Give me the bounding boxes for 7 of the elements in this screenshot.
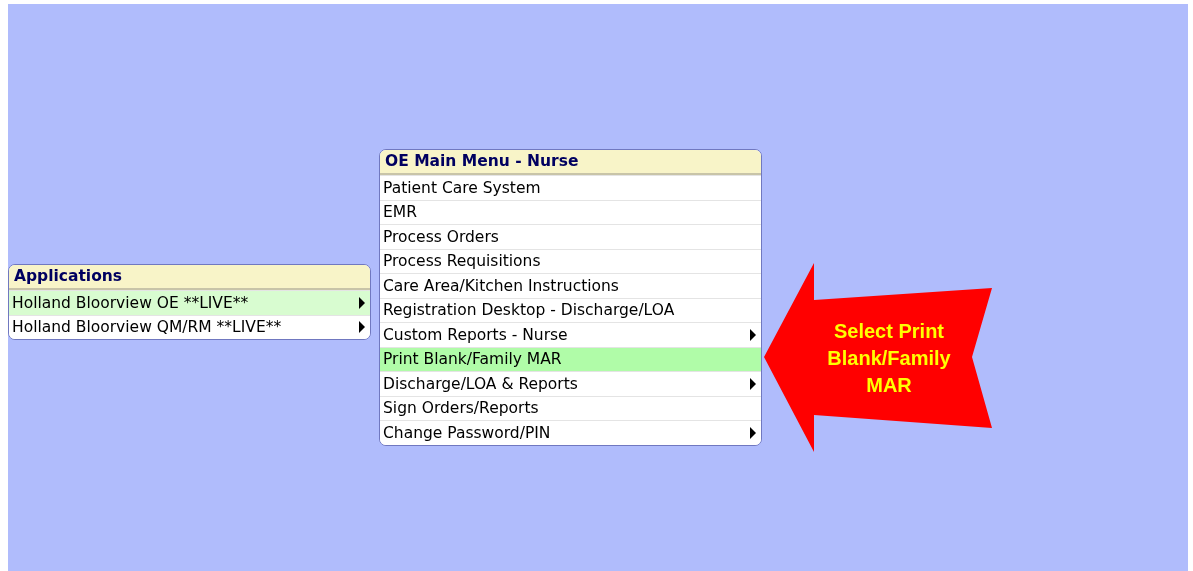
menu-item[interactable]: Holland Bloorview QM/RM **LIVE** bbox=[9, 314, 370, 339]
menu-item[interactable]: Change Password/PIN bbox=[380, 420, 761, 445]
menu-title: OE Main Menu - Nurse bbox=[380, 150, 761, 175]
menu-title: Applications bbox=[9, 265, 370, 290]
menu-item[interactable]: Print Blank/Family MAR bbox=[380, 346, 761, 371]
callout-text: Select Print Blank/Family MAR bbox=[826, 319, 952, 398]
menu-item[interactable]: Holland Bloorview OE **LIVE** bbox=[9, 290, 370, 315]
